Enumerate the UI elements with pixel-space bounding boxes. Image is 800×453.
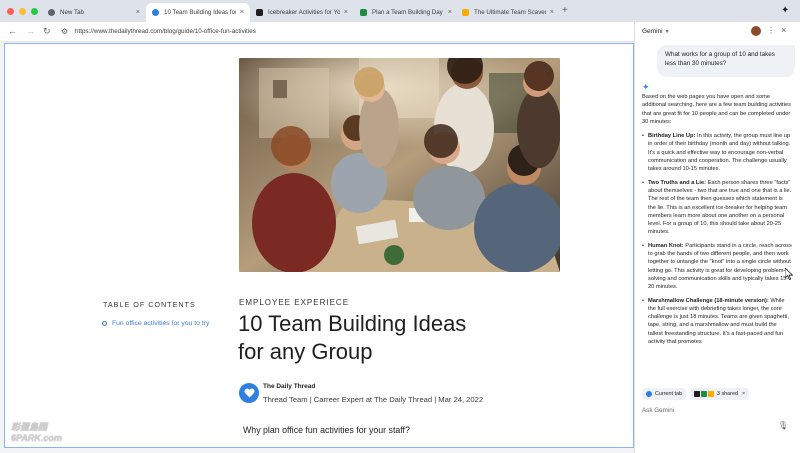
chip-label: Current tab [655, 391, 682, 397]
site-icon [693, 391, 700, 397]
window-controls [7, 8, 38, 15]
ask-gemini-input[interactable]: Ask Gemini [642, 407, 674, 414]
heart-icon [152, 9, 159, 16]
context-chips: Current tab 3 shared × [642, 387, 750, 401]
hero-image [239, 58, 560, 272]
toc-heading: TABLE OF CONTENTS [103, 300, 196, 309]
tab-title: The Ultimate Team Scavenger [474, 9, 546, 16]
new-tab-button[interactable]: + [562, 6, 568, 16]
address-toolbar: ← → ↻ ⚙ https://www.thedailythread.com/b… [0, 22, 634, 42]
tab-new-tab[interactable]: New Tab × [42, 3, 146, 22]
article-title-line: 10 Team Building Ideas [238, 311, 467, 336]
minimize-window-button[interactable] [19, 8, 26, 15]
activity-text: Participants stand in a circle, reach ac… [648, 242, 792, 291]
toc-link-label: Fun office activities for you to try [112, 320, 210, 327]
article-category: EMPLOYEE EXPERIECE [239, 298, 350, 307]
site-icon [462, 9, 469, 16]
activity-text: While the full exercise with debriefing … [648, 297, 789, 346]
shared-tabs-chip[interactable]: 3 shared × [689, 388, 750, 400]
tab-ultimate-scavenger[interactable]: The Ultimate Team Scavenger × [456, 3, 560, 22]
close-tab-icon[interactable]: × [448, 9, 452, 16]
chip-label: 3 shared [716, 391, 738, 397]
tab-title: 10 Team Building Ideas for a [164, 9, 236, 16]
microphone-icon[interactable]: 🎙 [778, 421, 788, 430]
tab-bar: New Tab × 10 Team Building Ideas for a ×… [0, 0, 800, 22]
close-icon[interactable]: × [742, 391, 745, 397]
browser-window: New Tab × 10 Team Building Ideas for a ×… [0, 0, 800, 453]
tab-team-building-ideas[interactable]: 10 Team Building Ideas for a × [146, 3, 250, 22]
gemini-response: Based on the web pages you have open and… [642, 93, 792, 383]
maximize-window-button[interactable] [31, 8, 38, 15]
activity-list: Birthday Line Up: In this activity, the … [642, 132, 792, 346]
tab-plan-team-building-day[interactable]: Plan a Team Building Day Tha × [354, 3, 458, 22]
team-photo [239, 58, 560, 272]
activity-name: Human Knot: [648, 242, 684, 249]
current-tab-chip[interactable]: Current tab [642, 388, 686, 400]
back-arrow-icon[interactable]: ← [8, 26, 17, 36]
close-tab-icon[interactable]: × [240, 9, 244, 16]
close-icon[interactable]: × [781, 25, 786, 35]
author-avatar [239, 383, 259, 403]
author-name[interactable]: The Daily Thread [263, 383, 315, 390]
forward-arrow-icon[interactable]: → [26, 26, 35, 36]
activity-name: Two Truths and a Lie: [648, 179, 707, 186]
activity-name: Marshmallow Challenge (18-minute version… [648, 297, 769, 304]
chevron-down-icon: ▼ [664, 29, 670, 35]
gemini-title: Gemini [642, 28, 663, 35]
activity-text: Each person shares three "facts" about t… [648, 179, 792, 236]
article-title-line: for any Group [238, 339, 373, 364]
toc-link[interactable]: Fun office activities for you to try [102, 320, 209, 327]
site-icon [707, 391, 714, 397]
heart-icon [243, 388, 255, 398]
page-content: TABLE OF CONTENTS Fun office activities … [4, 43, 634, 448]
close-window-button[interactable] [7, 8, 14, 15]
watermark: 彩蛋島园 6PARK.com [11, 422, 73, 444]
article-title: 10 Team Building Ideas for any Group [238, 310, 538, 366]
site-icon [700, 391, 707, 397]
author-byline: Thread Team | Carreer Expert at The Dail… [263, 395, 484, 404]
close-tab-icon[interactable]: × [550, 9, 554, 16]
tab-icebreaker-activities[interactable]: Icebreaker Activities for Your × [250, 3, 354, 22]
close-tab-icon[interactable]: × [344, 9, 348, 16]
tab-title: Plan a Team Building Day Tha [372, 9, 444, 16]
tab-title: New Tab [60, 9, 84, 16]
heart-icon [646, 391, 652, 397]
tab-title: Icebreaker Activities for Your [268, 9, 340, 16]
list-item: Birthday Line Up: In this activity, the … [642, 132, 792, 173]
gemini-side-panel: Gemini ▼ ⋮ × What works for a group of 10… [634, 22, 800, 453]
gemini-spark-icon[interactable]: ✦ [781, 5, 789, 16]
close-tab-icon[interactable]: × [136, 9, 140, 16]
list-item: Marshmallow Challenge (18-minute version… [642, 297, 792, 347]
mouse-cursor-icon [785, 268, 793, 280]
watermark-line: 彩蛋島园 [11, 422, 48, 432]
list-item: Two Truths and a Lie: Each person shares… [642, 179, 792, 237]
site-icon [256, 9, 263, 16]
activity-name: Birthday Line Up: [648, 133, 696, 140]
avatar[interactable] [751, 26, 761, 36]
site-icon [360, 9, 367, 16]
more-options-icon[interactable]: ⋮ [767, 26, 775, 35]
list-item: Human Knot: Participants stand in a circ… [642, 242, 792, 292]
watermark-line: 6PARK.com [11, 433, 62, 443]
circle-bullet-icon [102, 321, 107, 326]
reload-icon[interactable]: ↻ [43, 26, 51, 36]
user-prompt-bubble: What works for a group of 10 and takes l… [657, 45, 795, 77]
chrome-icon [48, 9, 55, 16]
response-intro: Based on the web pages you have open and… [642, 94, 791, 125]
site-settings-icon[interactable]: ⚙ [61, 27, 68, 36]
gemini-spark-icon: ✦ [642, 82, 650, 92]
section-heading: Why plan office fun activities for your … [243, 425, 410, 435]
url-field[interactable]: https://www.thedailythread.com/blog/guid… [75, 28, 256, 35]
gemini-model-selector[interactable]: Gemini ▼ [642, 28, 670, 35]
